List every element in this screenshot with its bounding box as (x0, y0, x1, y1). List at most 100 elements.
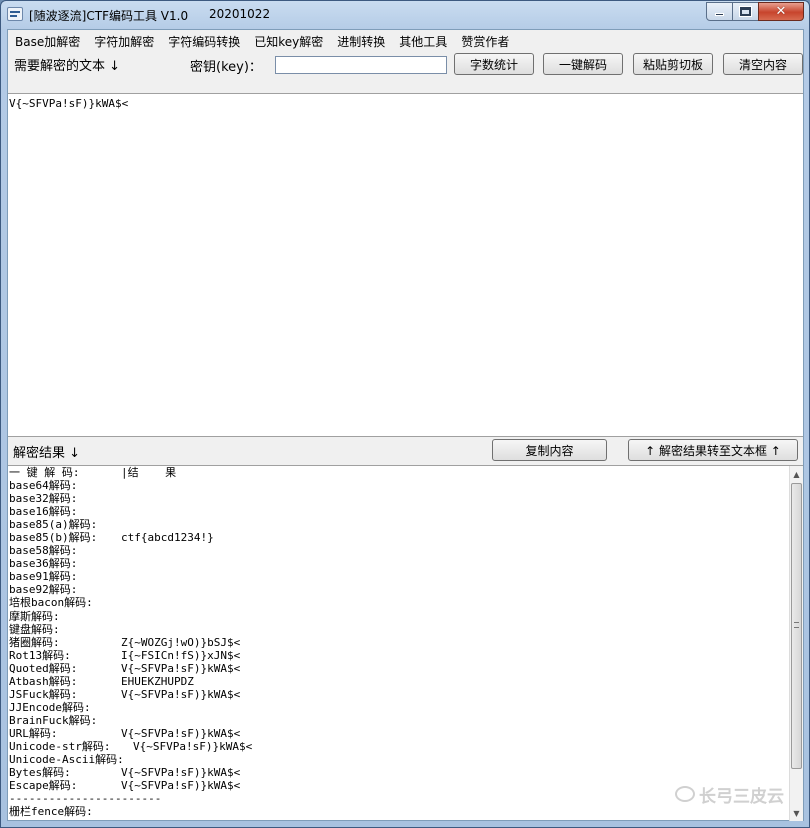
menu-bar: Base加解密 字符加解密 字符编码转换 已知key解密 进制转换 其他工具 赞… (8, 30, 803, 50)
result-line-label: Atbash解码: (9, 674, 78, 688)
result-toolbar: 解密结果 ↓ 复制内容 ↑ 解密结果转至文本框 ↑ (8, 437, 803, 465)
result-line-label: base91解码: (9, 570, 78, 584)
result-line-label: 栅栏fence解码: (9, 805, 93, 819)
result-line-label: base36解码: (9, 557, 78, 571)
result-label: 解密结果 ↓ (13, 446, 81, 461)
input-text-label: 需要解密的文本 ↓ (14, 59, 121, 74)
menu-base[interactable]: Base加解密 (8, 30, 87, 50)
maximize-icon (740, 7, 751, 16)
result-line: 键盘解码: (9, 623, 789, 636)
close-icon: ✕ (775, 4, 787, 19)
result-line: BrainFuck解码: (9, 714, 789, 727)
result-line-value: V{~SFVPa!sF)}kWA$< (121, 766, 241, 780)
result-line-label: 培根bacon解码: (9, 596, 93, 610)
watermark-text: 长弓三皮云 (699, 786, 784, 807)
result-line: base92解码: (9, 583, 789, 596)
result-line: Unicode-str解码: V{~SFVPa!sF)}kWA$< (9, 740, 789, 753)
result-line: JSFuck解码: V{~SFVPa!sF)}kWA$< (9, 688, 789, 701)
maximize-button[interactable] (732, 2, 759, 21)
result-line-label: Unicode-Ascii解码: (9, 753, 124, 767)
scroll-up-icon[interactable]: ▲ (790, 466, 803, 482)
close-button[interactable]: ✕ (758, 2, 804, 21)
key-label: 密钥(key)： (190, 60, 262, 75)
paste-clipboard-button[interactable]: 粘贴剪切板 (633, 53, 713, 75)
result-line: 一 键 解 码: |结 果 (9, 466, 789, 479)
result-line: base36解码: (9, 557, 789, 570)
result-line-label: JSFuck解码: (9, 687, 78, 701)
result-line-value: |结 果 (121, 466, 177, 479)
client-area: Base加解密 字符加解密 字符编码转换 已知key解密 进制转换 其他工具 赞… (7, 29, 804, 821)
result-line-label: base16解码: (9, 505, 78, 519)
result-line-value: V{~SFVPa!sF)}kWA$< (121, 687, 241, 701)
result-line: 猪圈解码: Z{~WOZGj!wO)}bSJ$< (9, 636, 789, 649)
copy-content-button[interactable]: 复制内容 (492, 439, 607, 461)
result-line: base91解码: (9, 570, 789, 583)
result-line-value: V{~SFVPa!sF)}kWA$< (133, 739, 253, 753)
menu-donate[interactable]: 赞赏作者 (454, 30, 516, 50)
app-window: [随波逐流]CTF编码工具 V1.0 20201022 ✕ Base加解密 字符… (0, 0, 810, 828)
result-line-label: base64解码: (9, 479, 78, 493)
result-line-label: URL解码: (9, 726, 58, 740)
result-line-value: ctf{abcd1234!} (121, 531, 214, 545)
result-line-value: V{~SFVPa!sF)}kWA$< (121, 661, 241, 675)
menu-other-tools[interactable]: 其他工具 (392, 30, 454, 50)
result-line: Rot13解码: I{~FSICn!fS)}xJN$< (9, 649, 789, 662)
result-line: JJEncode解码: (9, 701, 789, 714)
result-line: Unicode-Ascii解码: (9, 753, 789, 766)
result-line-label: BrainFuck解码: (9, 713, 98, 727)
result-line: Quoted解码: V{~SFVPa!sF)}kWA$< (9, 662, 789, 675)
result-scrollbar[interactable]: ▲ ▼ (789, 466, 803, 821)
result-line-value: EHUEKZHUPDZ (121, 674, 194, 688)
result-line-label: 键盘解码: (9, 622, 60, 636)
menu-char-crypto[interactable]: 字符加解密 (87, 30, 161, 50)
result-line-label: Quoted解码: (9, 661, 78, 675)
key-input[interactable] (275, 56, 447, 74)
result-line: ----------------------- (9, 792, 789, 805)
result-line-label: 猪圈解码: (9, 635, 60, 649)
result-line-value: V{~SFVPa!sF)}kWA$< (121, 779, 241, 793)
result-line: base32解码: (9, 492, 789, 505)
menu-radix[interactable]: 进制转换 (330, 30, 392, 50)
result-line-label: 摩斯解码: (9, 609, 60, 623)
result-line-label: base32解码: (9, 492, 78, 506)
result-line: URL解码: V{~SFVPa!sF)}kWA$< (9, 727, 789, 740)
watermark: 长弓三皮云 (675, 777, 784, 811)
result-line-label: ----------------------- (9, 792, 162, 806)
result-line: base64解码: (9, 479, 789, 492)
scroll-down-icon[interactable]: ▼ (790, 805, 803, 821)
menu-known-key[interactable]: 已知key解密 (247, 30, 330, 50)
result-line: base85(b)解码: ctf{abcd1234!} (9, 531, 789, 544)
result-line: 栅栏fence解码: (9, 805, 789, 818)
window-title: [随波逐流]CTF编码工具 V1.0 (29, 9, 189, 23)
one-click-decode-button[interactable]: 一键解码 (543, 53, 623, 75)
minimize-button[interactable] (706, 2, 733, 21)
app-icon (7, 7, 23, 21)
result-line: 培根bacon解码: (9, 596, 789, 609)
result-line: base16解码: (9, 505, 789, 518)
result-line: base58解码: (9, 544, 789, 557)
result-line-label: 一 键 解 码: (9, 466, 80, 479)
result-line: Bytes解码: V{~SFVPa!sF)}kWA$< (9, 766, 789, 779)
result-textarea[interactable]: 一 键 解 码: |结 果 base64解码: base32解码: base16解码: b… (8, 465, 803, 821)
minimize-icon (715, 13, 724, 16)
result-line-value: Z{~WOZGj!wO)}bSJ$< (121, 635, 241, 649)
result-line-label: base58解码: (9, 544, 78, 558)
result-line-label: Bytes解码: (9, 766, 71, 780)
result-line-label: Unicode-str解码: (9, 739, 111, 753)
input-toolbar: 需要解密的文本 ↓ 密钥(key)： 字数统计 一键解码 粘贴剪切板 清空内容 (8, 50, 803, 80)
clear-content-button[interactable]: 清空内容 (723, 53, 803, 75)
result-line-value: V{~SFVPa!sF)}kWA$< (121, 726, 241, 740)
result-line-label: base92解码: (9, 583, 78, 597)
result-line-value: I{~FSICn!fS)}xJN$< (121, 648, 241, 662)
input-textarea[interactable]: V{~SFVPa!sF)}kWA$< (8, 93, 803, 437)
result-line-label: JJEncode解码: (9, 700, 91, 714)
menu-char-encoding[interactable]: 字符编码转换 (161, 30, 247, 50)
result-lines: 一 键 解 码: |结 果 base64解码: base32解码: base16解码: b… (9, 466, 789, 818)
title-bar[interactable]: [随波逐流]CTF编码工具 V1.0 20201022 ✕ (1, 1, 809, 29)
window-title-date: 20201022 (209, 7, 271, 21)
transfer-result-button[interactable]: ↑ 解密结果转至文本框 ↑ (628, 439, 798, 461)
char-count-button[interactable]: 字数统计 (454, 53, 534, 75)
scrollbar-thumb[interactable] (791, 483, 802, 769)
result-line-label: base85(b)解码: (9, 531, 98, 545)
scrollbar-grip-icon (794, 622, 799, 628)
